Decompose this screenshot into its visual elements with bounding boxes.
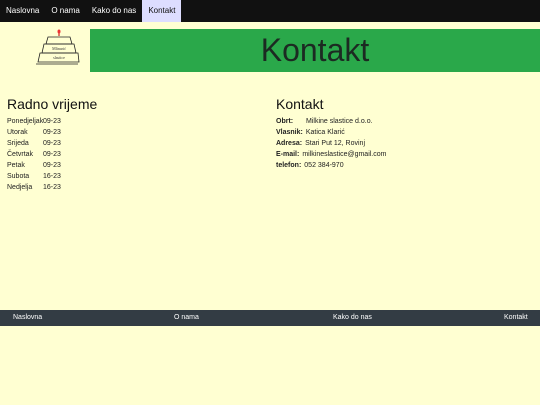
hours-day: Nedjelja — [7, 184, 33, 191]
hours-row: Nedjelja 16-23 — [7, 182, 61, 193]
nav-item-naslovna[interactable]: Naslovna — [0, 0, 45, 22]
hours-time: 09-23 — [43, 162, 61, 169]
contact-label: telefon: — [276, 162, 302, 169]
page-title: Kontakt — [260, 32, 370, 68]
hours-time: 16-23 — [43, 173, 61, 180]
hours-list: Ponedjeljak 09-23 Utorak 09-23 Srijeda 09-2… — [7, 116, 61, 193]
hours-day: Ponedjeljak — [7, 118, 44, 125]
cake-logo-icon: Mlinarić slastice — [36, 29, 80, 65]
contact-value: 052 384-970 — [304, 162, 344, 169]
footer-item-o-nama[interactable]: O nama — [174, 310, 199, 326]
hours-day: Utorak — [7, 129, 28, 136]
hours-time: 16-23 — [43, 184, 61, 191]
nav-item-kontakt[interactable]: Kontakt — [142, 0, 182, 22]
contact-row-telefon: telefon: 052 384-970 — [276, 160, 386, 171]
top-navigation: Naslovna O nama Kako do nas Kontakt — [0, 0, 540, 22]
footer-item-naslovna[interactable]: Naslovna — [13, 310, 42, 326]
hours-time: 09-23 — [43, 140, 61, 147]
footer-item-kako-do-nas[interactable]: Kako do nas — [333, 310, 372, 326]
hours-day: Petak — [7, 162, 25, 169]
footer-item-kontakt[interactable]: Kontakt — [504, 310, 528, 326]
contact-value: Milkine slastice d.o.o. — [306, 118, 373, 125]
contact-label: Adresa: — [276, 140, 303, 147]
hours-time: 09-23 — [43, 129, 61, 136]
contact-label: Obrt: — [276, 118, 294, 125]
contact-value: Stari Put 12, Rovinj — [305, 140, 365, 147]
hours-day: Četvrtak — [7, 151, 34, 158]
hours-time: 09-23 — [43, 118, 61, 125]
logo-text-line1: Mlinarić — [52, 46, 66, 51]
contact-label: E-mail: — [276, 151, 300, 158]
contact-title: Kontakt — [276, 96, 324, 112]
contact-list: Obrt: Milkine slastice d.o.o. Vlasnik: Kat… — [276, 116, 386, 171]
hours-row: Subota 16-23 — [7, 171, 61, 182]
logo-text-line2: slastice — [53, 55, 65, 60]
hours-row: Srijeda 09-23 — [7, 138, 61, 149]
contact-value: Katica Klarić — [305, 129, 345, 136]
hours-row: Utorak 09-23 — [7, 127, 61, 138]
hours-row: Četvrtak 09-23 — [7, 149, 61, 160]
contact-row-email: E-mail: milkineslastice@gmail.com — [276, 149, 386, 160]
contact-row-obrt: Obrt: Milkine slastice d.o.o. — [276, 116, 386, 127]
page-banner: Kontakt — [90, 29, 540, 72]
hours-time: 09-23 — [43, 151, 61, 158]
footer-navigation: Naslovna O nama Kako do nas Kontakt — [0, 310, 540, 326]
logo[interactable]: Mlinarić slastice — [34, 29, 80, 67]
hours-day: Subota — [7, 173, 30, 180]
hours-row: Petak 09-23 — [7, 160, 61, 171]
contact-email-link[interactable]: milkineslastice@gmail.com — [302, 149, 386, 160]
nav-item-kako-do-nas[interactable]: Kako do nas — [86, 0, 142, 22]
hours-row: Ponedjeljak 09-23 — [7, 116, 61, 127]
contact-row-vlasnik: Vlasnik: Katica Klarić — [276, 127, 386, 138]
hours-day: Srijeda — [7, 140, 29, 147]
hours-title: Radno vrijeme — [7, 96, 98, 112]
nav-item-o-nama[interactable]: O nama — [45, 0, 85, 22]
contact-row-adresa: Adresa: Stari Put 12, Rovinj — [276, 138, 386, 149]
contact-label: Vlasnik: — [276, 129, 303, 136]
